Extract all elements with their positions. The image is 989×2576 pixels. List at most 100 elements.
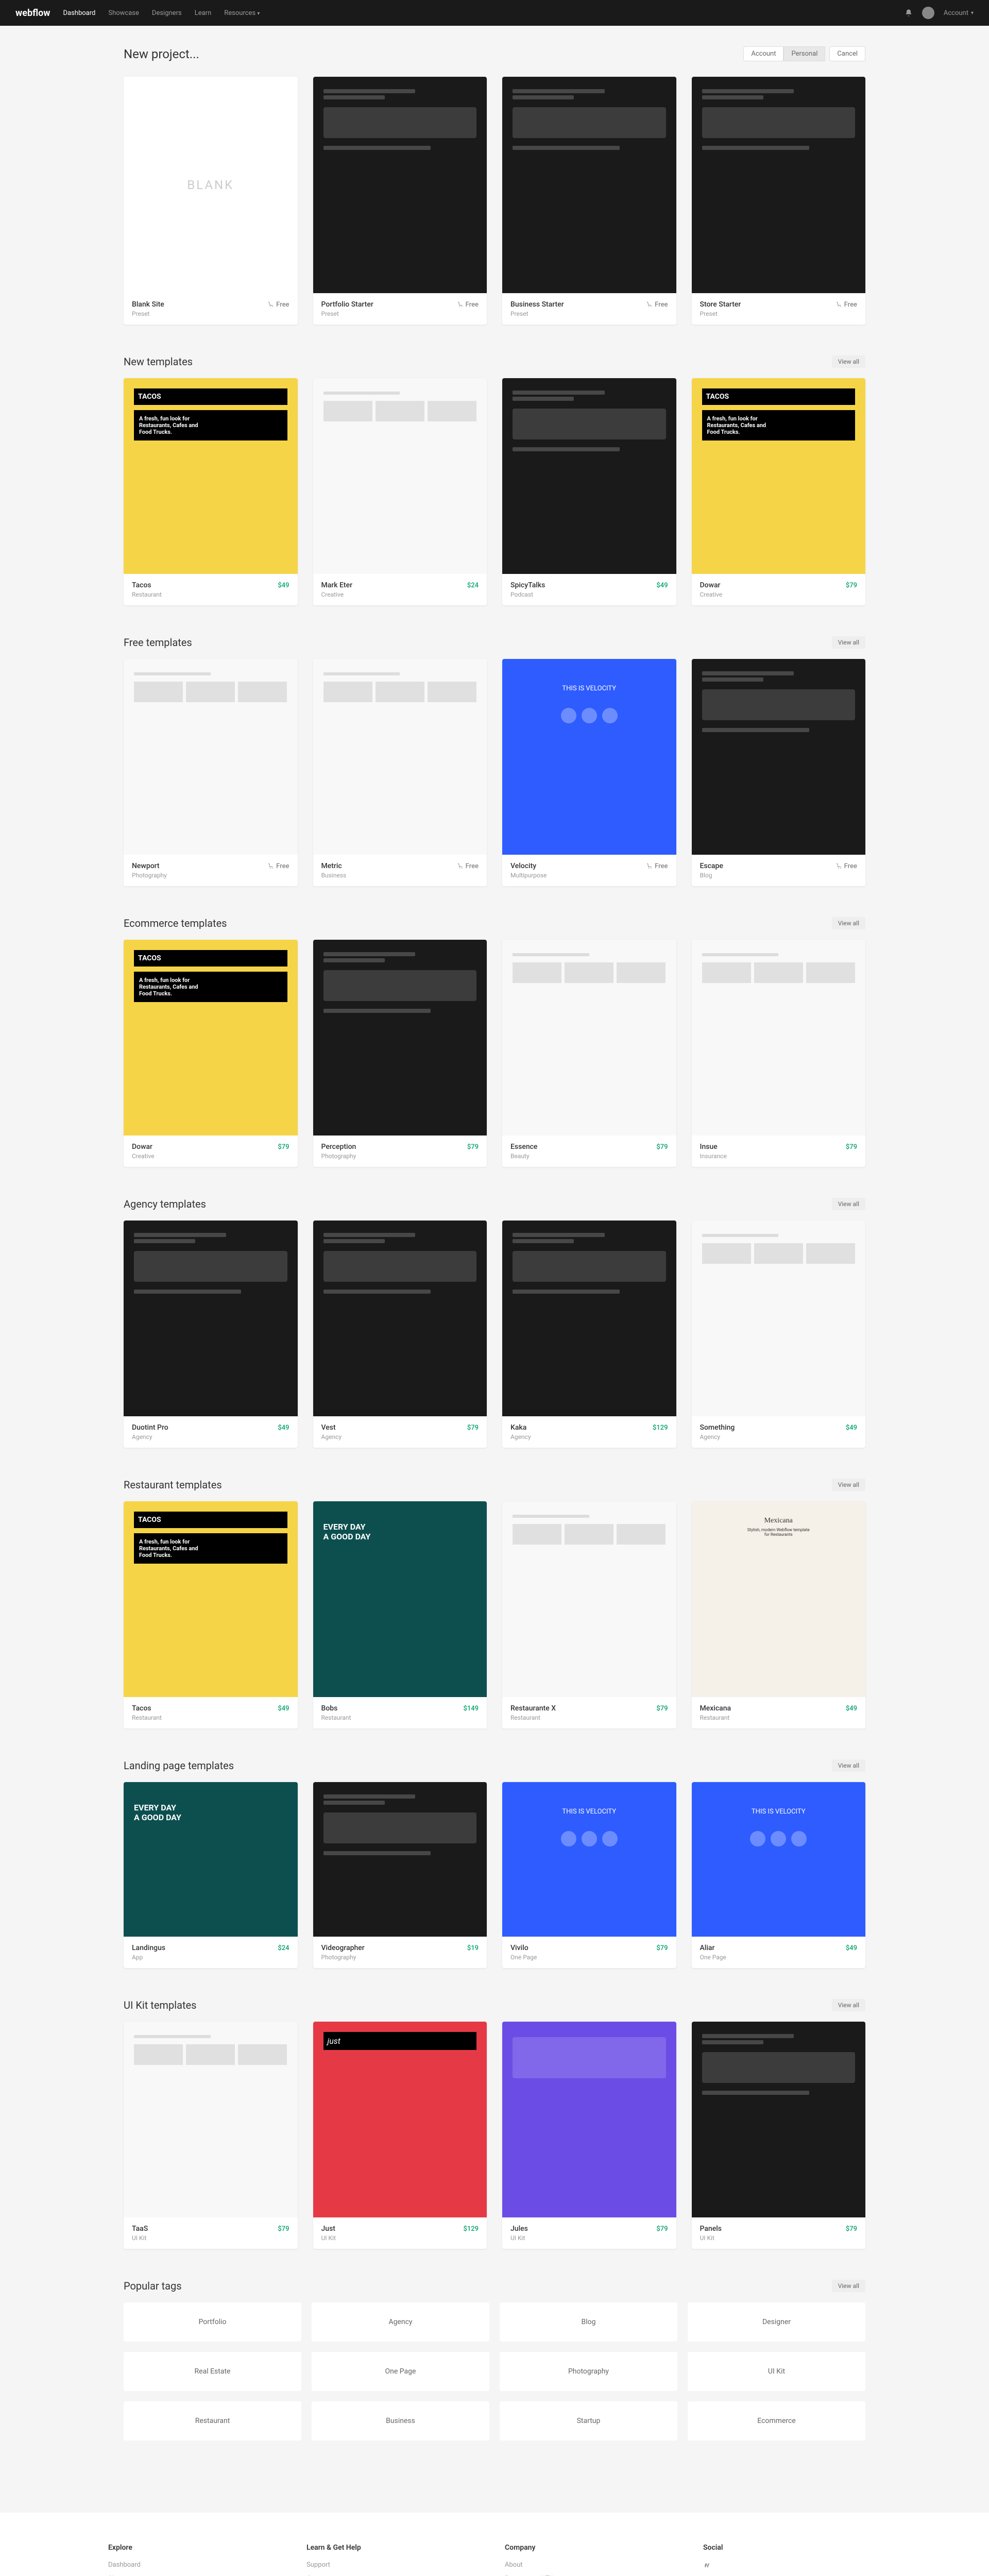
starter-card[interactable]: BLANK Blank Site Free Preset: [124, 77, 298, 325]
card-category: Restaurant: [510, 1714, 668, 1721]
template-card[interactable]: Something $49 Agency: [692, 1221, 866, 1448]
tag-card[interactable]: Agency: [312, 2302, 489, 2342]
view-all-button[interactable]: View all: [832, 1198, 865, 1210]
template-card[interactable]: Vest $79 Agency: [313, 1221, 487, 1448]
template-card[interactable]: TACOSA fresh, fun look forRestaurants, C…: [124, 1501, 298, 1728]
template-card[interactable]: THIS IS VELOCITY Aliar $49 One Page: [692, 1782, 866, 1968]
tag-card[interactable]: Designer: [688, 2302, 865, 2342]
card-preview: TACOSA fresh, fun look forRestaurants, C…: [692, 378, 866, 574]
card-preview: EVERY DAYA GOOD DAY: [124, 1782, 298, 1937]
tag-card[interactable]: Blog: [500, 2302, 677, 2342]
template-card[interactable]: MexicanaStylish, modern Webflow template…: [692, 1501, 866, 1728]
starter-card[interactable]: Store Starter Free Preset: [692, 77, 866, 325]
bell-icon[interactable]: [905, 9, 913, 17]
template-card[interactable]: TaaS $79 UI Kit: [124, 2022, 298, 2249]
card-category: Preset: [700, 310, 858, 317]
card-price: Free: [457, 301, 479, 309]
account-menu[interactable]: Account ▾: [944, 9, 974, 17]
template-card[interactable]: Jules $79 UI Kit: [502, 2022, 676, 2249]
card-preview: [124, 659, 298, 855]
tab-personal[interactable]: Personal: [783, 46, 825, 61]
nav-resources[interactable]: Resources ▾: [224, 9, 260, 17]
template-card[interactable]: TACOSA fresh, fun look forRestaurants, C…: [124, 940, 298, 1167]
card-preview: [692, 1221, 866, 1416]
card-name: Store Starter: [700, 300, 741, 309]
template-card[interactable]: Metric Free Business: [313, 659, 487, 886]
template-card[interactable]: Panels $79 UI Kit: [692, 2022, 866, 2249]
tag-card[interactable]: Portfolio: [124, 2302, 301, 2342]
footer-link[interactable]: Dashboard: [108, 2561, 286, 2569]
card-price: $129: [463, 2225, 479, 2233]
template-card[interactable]: Perception $79 Photography: [313, 940, 487, 1167]
tab-account[interactable]: Account: [743, 46, 783, 61]
card-category: Restaurant: [132, 1714, 289, 1721]
footer-link[interactable]: Support: [306, 2561, 484, 2569]
template-card[interactable]: Kaka $129 Agency: [502, 1221, 676, 1448]
section-title: Restaurant templates: [124, 1479, 222, 1491]
card-name: Essence: [510, 1143, 537, 1151]
card-preview: TACOSA fresh, fun look forRestaurants, C…: [124, 378, 298, 574]
card-name: Mark Eter: [321, 581, 353, 589]
card-preview: [692, 2022, 866, 2217]
avatar[interactable]: [922, 7, 934, 19]
template-card[interactable]: Videographer $19 Photography: [313, 1782, 487, 1968]
card-category: Agency: [321, 1433, 479, 1440]
card-category: Agency: [132, 1433, 289, 1440]
tag-card[interactable]: UI Kit: [688, 2352, 865, 2391]
template-card[interactable]: Essence $79 Beauty: [502, 940, 676, 1167]
template-card[interactable]: EVERY DAYA GOOD DAY Bobs $149 Restaurant: [313, 1501, 487, 1728]
footer-heading: Social: [703, 2544, 881, 2552]
tag-card[interactable]: One Page: [312, 2352, 489, 2391]
chevron-down-icon: ▾: [971, 10, 974, 16]
tag-card[interactable]: Ecommerce: [688, 2401, 865, 2441]
nav-learn[interactable]: Learn: [195, 9, 212, 17]
template-card[interactable]: TACOSA fresh, fun look forRestaurants, C…: [692, 378, 866, 605]
starter-card[interactable]: Portfolio Starter Free Preset: [313, 77, 487, 325]
template-card[interactable]: Escape Free Blog: [692, 659, 866, 886]
template-section: New templates View all TACOSA fresh, fun…: [124, 355, 865, 605]
starters-section: BLANK Blank Site Free Preset Portfolio S…: [124, 77, 865, 325]
template-card[interactable]: Restaurante X $79 Restaurant: [502, 1501, 676, 1728]
footer-link[interactable]: About: [505, 2561, 683, 2569]
tag-card[interactable]: Restaurant: [124, 2401, 301, 2441]
card-name: Perception: [321, 1143, 356, 1151]
tag-card[interactable]: Photography: [500, 2352, 677, 2391]
card-preview: THIS IS VELOCITY: [692, 1782, 866, 1937]
tag-card[interactable]: Startup: [500, 2401, 677, 2441]
card-category: UI Kit: [510, 2234, 668, 2242]
view-all-button[interactable]: View all: [832, 2280, 865, 2292]
template-card[interactable]: Duotint Pro $49 Agency: [124, 1221, 298, 1448]
nav-dashboard[interactable]: Dashboard: [63, 9, 95, 17]
view-all-button[interactable]: View all: [832, 1479, 865, 1491]
template-card[interactable]: SpicyTalks $49 Podcast: [502, 378, 676, 605]
card-price: $79: [278, 2225, 289, 2233]
nav-designers[interactable]: Designers: [152, 9, 182, 17]
view-all-button[interactable]: View all: [832, 636, 865, 649]
tag-card[interactable]: Real Estate: [124, 2352, 301, 2391]
card-category: Creative: [700, 591, 858, 598]
template-card[interactable]: THIS IS VELOCITY Vivilo $79 One Page: [502, 1782, 676, 1968]
view-all-button[interactable]: View all: [832, 917, 865, 929]
card-name: Mexicana: [700, 1704, 731, 1713]
template-card[interactable]: Mark Eter $24 Creative: [313, 378, 487, 605]
logo[interactable]: webflow: [15, 8, 50, 19]
tag-card[interactable]: Business: [312, 2401, 489, 2441]
starter-card[interactable]: Business Starter Free Preset: [502, 77, 676, 325]
template-card[interactable]: THIS IS VELOCITY Velocity Free Multipurp…: [502, 659, 676, 886]
webflow-icon[interactable]: [703, 2561, 712, 2570]
template-card[interactable]: TACOSA fresh, fun look forRestaurants, C…: [124, 378, 298, 605]
view-all-button[interactable]: View all: [832, 1759, 865, 1772]
template-card[interactable]: just Just $129 UI Kit: [313, 2022, 487, 2249]
tab-cancel[interactable]: Cancel: [829, 46, 865, 61]
template-card[interactable]: Newport Free Photography: [124, 659, 298, 886]
card-name: Metric: [321, 862, 342, 870]
header-row: New project... Account Personal Cancel: [124, 46, 865, 61]
template-card[interactable]: Insue $79 Insurance: [692, 940, 866, 1167]
view-all-button[interactable]: View all: [832, 355, 865, 368]
view-all-button[interactable]: View all: [832, 1999, 865, 2011]
template-card[interactable]: EVERY DAYA GOOD DAY Landingus $24 App: [124, 1782, 298, 1968]
cart-icon: [268, 301, 274, 308]
cart-icon: [646, 301, 653, 308]
card-name: Tacos: [132, 581, 151, 589]
nav-showcase[interactable]: Showcase: [108, 9, 139, 17]
